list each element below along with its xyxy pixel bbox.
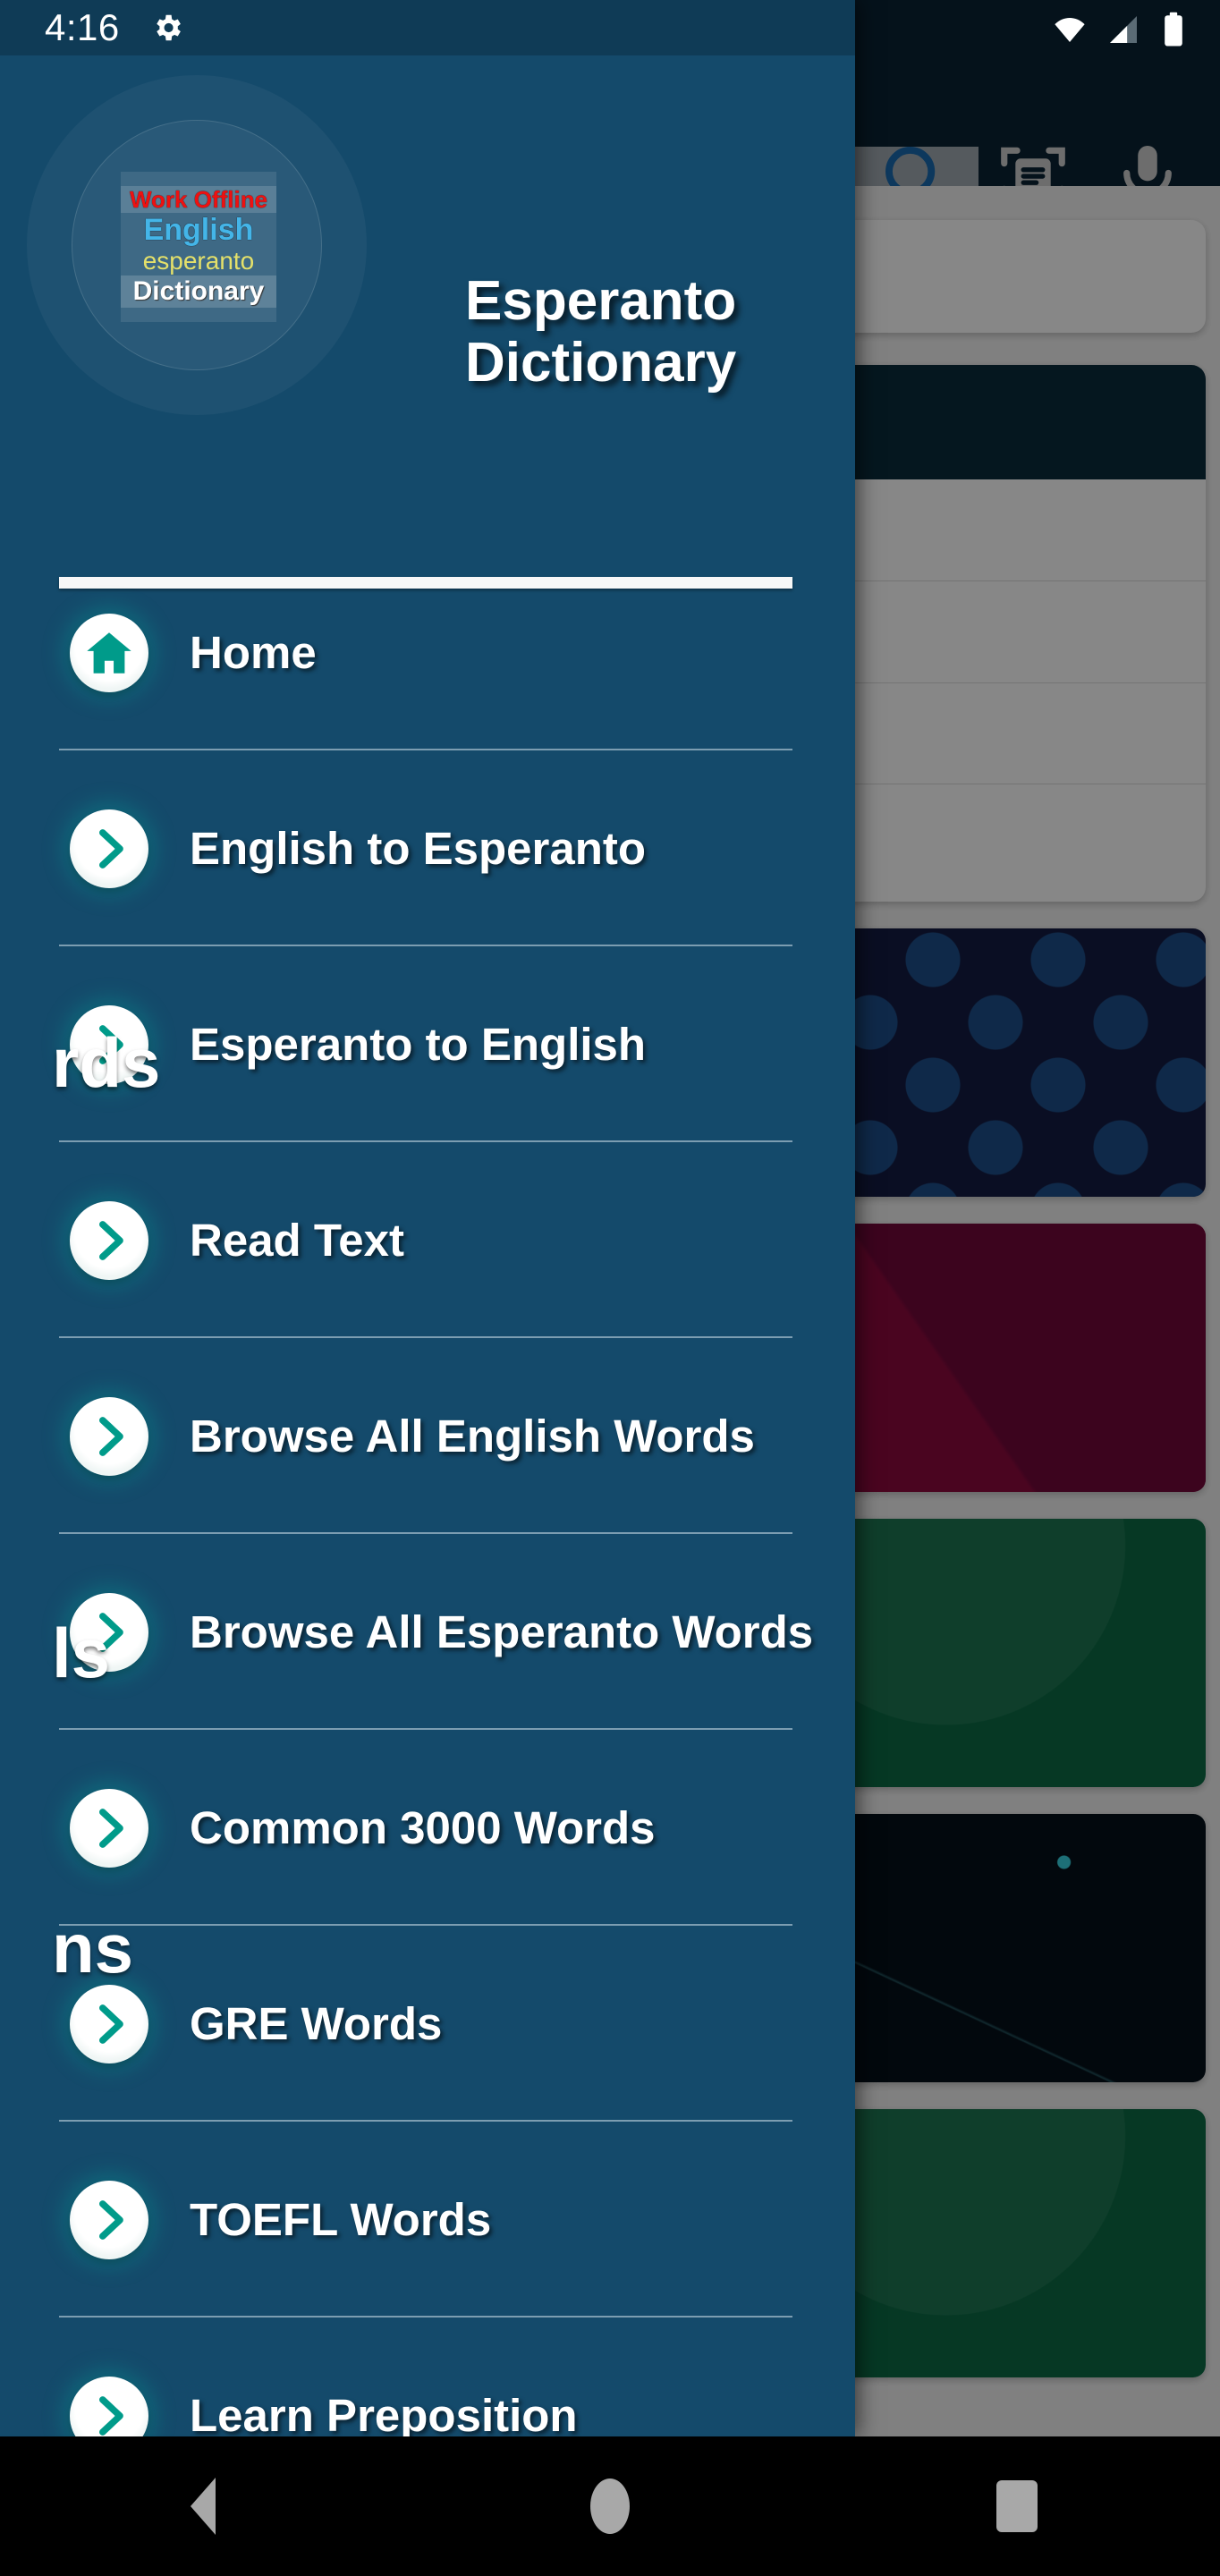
sidebar-item-common-3000-words[interactable]: Common 3000 Words (0, 1730, 855, 1926)
chevron-right-icon (70, 2376, 148, 2436)
back-icon[interactable] (149, 2453, 257, 2560)
recents-square-glyph (995, 2480, 1038, 2532)
drawer-title: Esperanto Dictionary (465, 270, 737, 394)
cellular-signal-icon (1106, 12, 1141, 47)
sidebar-item-read-text[interactable]: Read Text (0, 1142, 855, 1338)
recents-icon[interactable] (963, 2453, 1071, 2560)
drawer-status-bar: 4:16 (0, 0, 855, 55)
back-triangle-glyph (191, 2478, 216, 2535)
chevron-right-icon (70, 2180, 148, 2259)
battery-icon (1159, 11, 1188, 48)
sidebar-item-label: Home (190, 627, 317, 678)
chevron-right-icon (70, 1984, 148, 2063)
drawer-header: Work Offline English esperanto Dictionar… (0, 55, 855, 589)
sidebar-item-label: Common 3000 Words (190, 1802, 656, 1853)
sidebar-item-english-to-esperanto[interactable]: English to Esperanto (0, 750, 855, 946)
phone-screen: nary tap enter/ ions. You can cally. sea… (0, 0, 1220, 2576)
sidebar-item-browse-all-english-words[interactable]: Browse All English Words (0, 1338, 855, 1534)
home-icon (70, 613, 148, 692)
banner-label: ls (52, 1613, 111, 1692)
navigation-drawer: 4:16 Work Offline English esperanto Dict… (0, 0, 855, 2436)
sidebar-item-label: Browse All English Words (190, 1411, 755, 1462)
drawer-menu-list[interactable]: Home English to Esperanto Esperanto to E… (0, 555, 855, 2436)
logo-line-dictionary: Dictionary (121, 275, 276, 309)
sidebar-item-toefl-words[interactable]: TOEFL Words (0, 2122, 855, 2318)
banner-label: rds (52, 1022, 161, 1102)
sidebar-item-label: TOEFL Words (190, 2194, 492, 2245)
gear-icon (150, 11, 184, 45)
logo-line-work-offline: Work Offline (121, 185, 276, 214)
android-navigation-bar (0, 2436, 1220, 2576)
wifi-icon (1052, 12, 1088, 47)
sidebar-item-label: Browse All Esperanto Words (190, 1606, 814, 1657)
sidebar-item-label: Esperanto to English (190, 1019, 647, 1070)
banner-label: ns (52, 1908, 134, 1987)
logo-line-english: English (143, 213, 254, 248)
sidebar-item-label: English to Esperanto (190, 823, 647, 874)
sidebar-item-label: Read Text (190, 1215, 404, 1266)
logo-badge: Work Offline English esperanto Dictionar… (121, 172, 276, 322)
chevron-right-icon (70, 809, 148, 888)
chevron-right-icon (70, 1396, 148, 1476)
sidebar-item-home[interactable]: Home (0, 555, 855, 750)
logo-line-esperanto: esperanto (142, 247, 255, 275)
status-bar-icon-group (1052, 11, 1188, 48)
chevron-right-icon (70, 1788, 148, 1868)
home-circle-icon[interactable] (556, 2453, 664, 2560)
home-circle-glyph (589, 2479, 630, 2534)
sidebar-item-browse-all-esperanto-words[interactable]: Browse All Esperanto Words (0, 1534, 855, 1730)
sidebar-item-learn-preposition[interactable]: Learn Preposition (0, 2318, 855, 2436)
sidebar-item-label: GRE Words (190, 1998, 443, 2049)
chevron-right-icon (70, 1200, 148, 1280)
sidebar-item-label: Learn Preposition (190, 2390, 578, 2436)
status-bar-clock: 4:16 (45, 6, 120, 48)
app-logo: Work Offline English esperanto Dictionar… (18, 66, 376, 424)
